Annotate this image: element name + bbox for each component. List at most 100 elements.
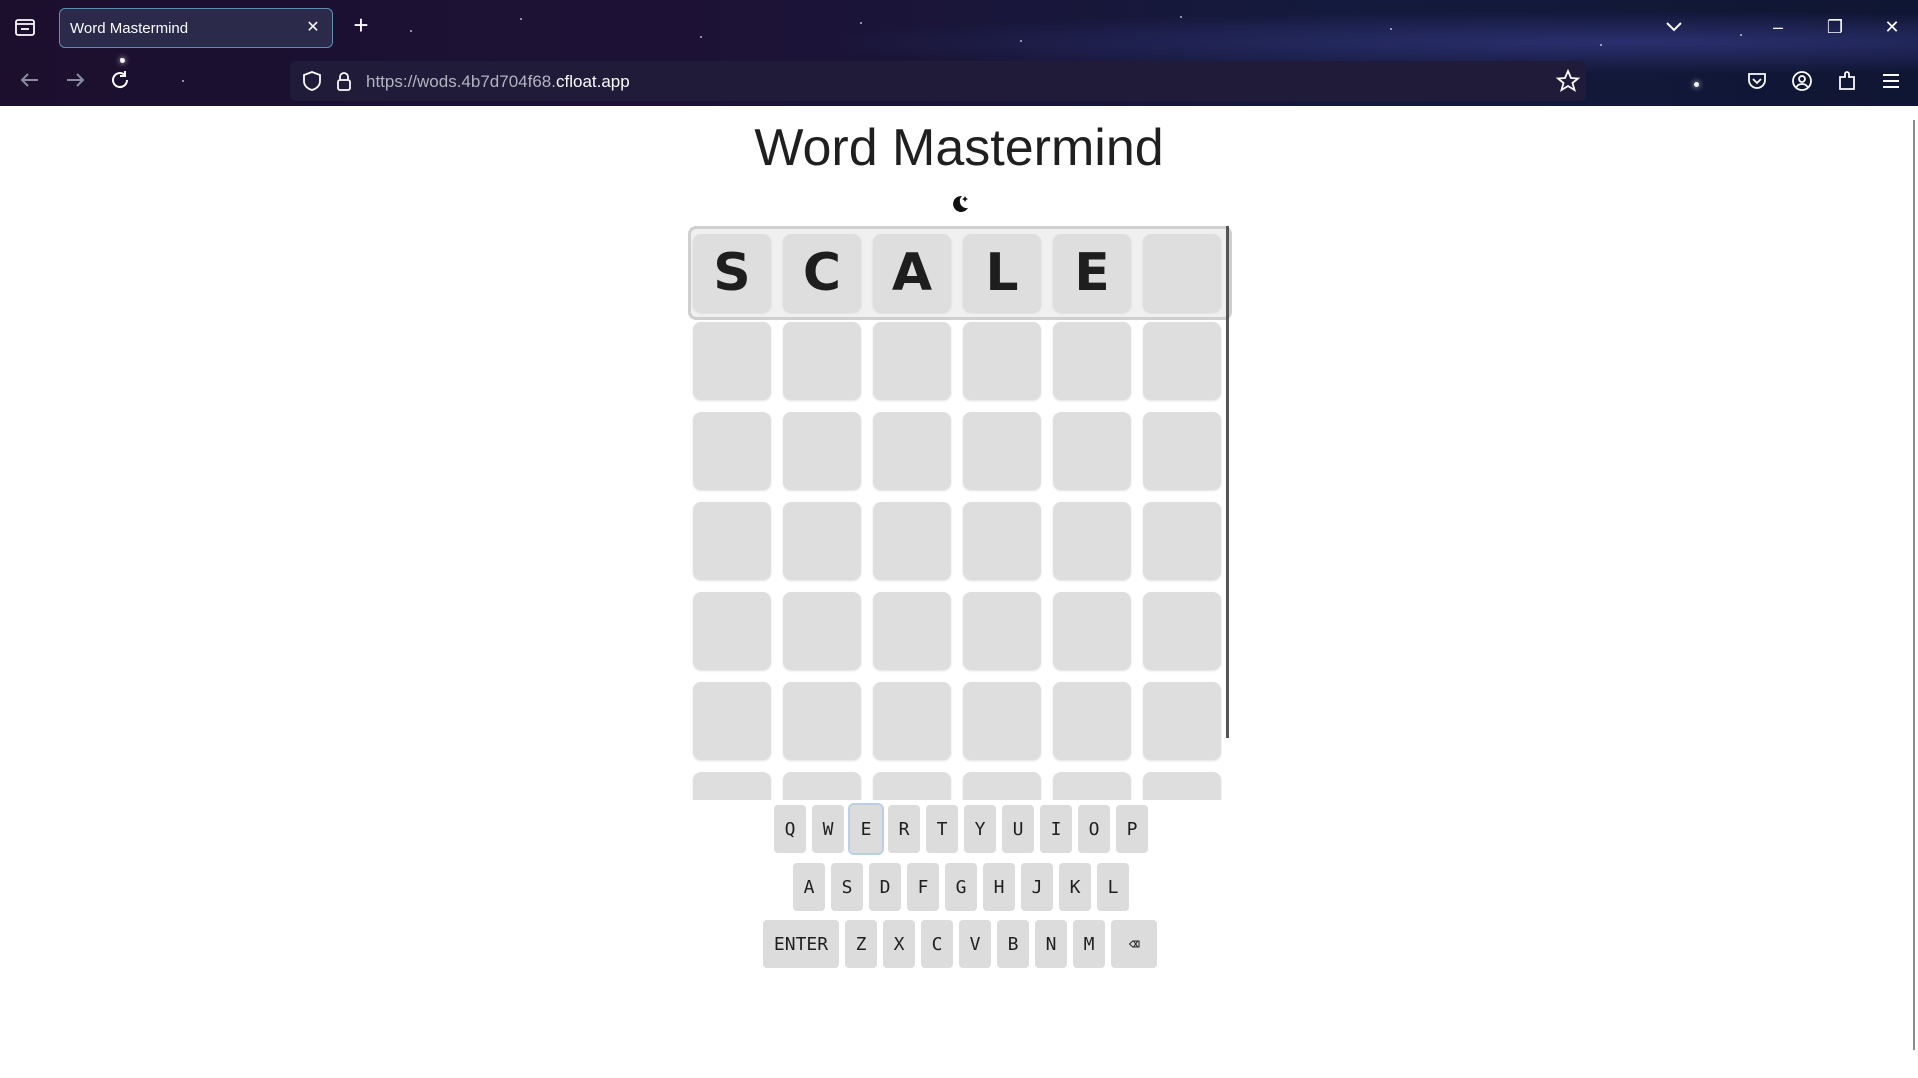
letter-tile [1053, 412, 1131, 490]
enter-key[interactable]: ENTER [763, 920, 839, 968]
key-m[interactable]: M [1073, 920, 1105, 968]
game-board: SCALE [688, 220, 1232, 800]
pocket-icon[interactable] [1743, 67, 1771, 95]
letter-tile: A [873, 234, 951, 312]
page-title: Word Mastermind [754, 119, 1164, 177]
key-a[interactable]: A [793, 863, 825, 911]
letter-tile [1143, 772, 1221, 800]
key-x[interactable]: X [883, 920, 915, 968]
browser-chrome: Word Mastermind ✕ + – ❐ ✕ https://wods.4… [0, 0, 1918, 106]
list-all-tabs-icon[interactable] [1657, 10, 1691, 44]
key-k[interactable]: K [1059, 863, 1091, 911]
key-r[interactable]: R [888, 805, 920, 853]
letter-tile [1053, 772, 1131, 800]
key-u[interactable]: U [1002, 805, 1034, 853]
key-q[interactable]: Q [774, 805, 806, 853]
letter-tile [693, 592, 771, 670]
key-g[interactable]: G [945, 863, 977, 911]
tab-list-icon[interactable] [12, 14, 38, 40]
close-tab-icon[interactable]: ✕ [302, 17, 324, 39]
minimize-icon[interactable]: – [1761, 10, 1795, 44]
letter-tile [1143, 322, 1221, 400]
key-i[interactable]: I [1040, 805, 1072, 853]
letter-tile: C [783, 234, 861, 312]
letter-tile: S [693, 234, 771, 312]
letter-tile [963, 772, 1041, 800]
key-y[interactable]: Y [964, 805, 996, 853]
tab-title: Word Mastermind [70, 20, 189, 37]
letter-tile: L [963, 234, 1041, 312]
account-icon[interactable] [1788, 67, 1816, 95]
bookmark-star-icon[interactable] [1554, 67, 1582, 95]
key-t[interactable]: T [926, 805, 958, 853]
letter-tile [783, 502, 861, 580]
letter-tile [873, 592, 951, 670]
url-text[interactable]: https://wods.4b7d704f68.cfloat.app [366, 72, 630, 92]
guess-row [688, 766, 1232, 800]
guess-row-active: SCALE [688, 226, 1232, 320]
menu-icon[interactable] [1877, 67, 1905, 95]
letter-tile [1053, 322, 1131, 400]
letter-tile [1143, 682, 1221, 760]
letter-tile [963, 682, 1041, 760]
reload-icon[interactable] [106, 66, 134, 94]
shield-icon[interactable] [298, 67, 326, 95]
letter-tile [1053, 502, 1131, 580]
key-s[interactable]: S [831, 863, 863, 911]
backspace-key[interactable]: ⌫ [1111, 920, 1157, 968]
letter-tile [873, 322, 951, 400]
key-d[interactable]: D [869, 863, 901, 911]
letter-tile [963, 412, 1041, 490]
letter-tile [1143, 234, 1221, 312]
key-h[interactable]: H [983, 863, 1015, 911]
letter-tile [693, 772, 771, 800]
letter-tile [1143, 502, 1221, 580]
back-arrow-icon[interactable] [16, 66, 44, 94]
letter-tile [963, 502, 1041, 580]
letter-tile [873, 682, 951, 760]
key-l[interactable]: L [1097, 863, 1129, 911]
key-n[interactable]: N [1035, 920, 1067, 968]
letter-tile [783, 322, 861, 400]
guess-row [688, 496, 1232, 586]
forward-arrow-icon[interactable] [61, 66, 89, 94]
key-o[interactable]: O [1078, 805, 1110, 853]
guess-row [688, 316, 1232, 406]
key-f[interactable]: F [907, 863, 939, 911]
key-v[interactable]: V [959, 920, 991, 968]
lock-icon[interactable] [330, 67, 358, 95]
board-scrollbar[interactable] [1226, 226, 1229, 738]
letter-tile [693, 412, 771, 490]
key-e[interactable]: E [848, 803, 884, 855]
page-scrollbar[interactable] [1913, 120, 1915, 1050]
letter-tile [873, 412, 951, 490]
guess-row [688, 676, 1232, 766]
letter-tile [1143, 592, 1221, 670]
letter-tile [783, 682, 861, 760]
letter-tile [963, 592, 1041, 670]
restore-icon[interactable]: ❐ [1818, 10, 1852, 44]
letter-tile: E [1053, 234, 1131, 312]
key-w[interactable]: W [812, 805, 844, 853]
key-j[interactable]: J [1021, 863, 1053, 911]
letter-tile [1053, 592, 1131, 670]
letter-tile [783, 772, 861, 800]
moon-stars-icon[interactable] [948, 192, 972, 216]
key-z[interactable]: Z [845, 920, 877, 968]
browser-tab[interactable]: Word Mastermind ✕ [59, 8, 333, 48]
address-bar[interactable]: https://wods.4b7d704f68.cfloat.app [290, 61, 1586, 101]
letter-tile [963, 322, 1041, 400]
new-tab-icon[interactable]: + [348, 12, 374, 38]
close-window-icon[interactable]: ✕ [1875, 10, 1909, 44]
guess-row [688, 586, 1232, 676]
letter-tile [1143, 412, 1221, 490]
key-b[interactable]: B [997, 920, 1029, 968]
letter-tile [693, 682, 771, 760]
letter-tile [693, 502, 771, 580]
key-c[interactable]: C [921, 920, 953, 968]
key-p[interactable]: P [1116, 805, 1148, 853]
letter-tile [1053, 682, 1131, 760]
letter-tile [693, 322, 771, 400]
letter-tile [783, 412, 861, 490]
extensions-icon[interactable] [1833, 67, 1861, 95]
